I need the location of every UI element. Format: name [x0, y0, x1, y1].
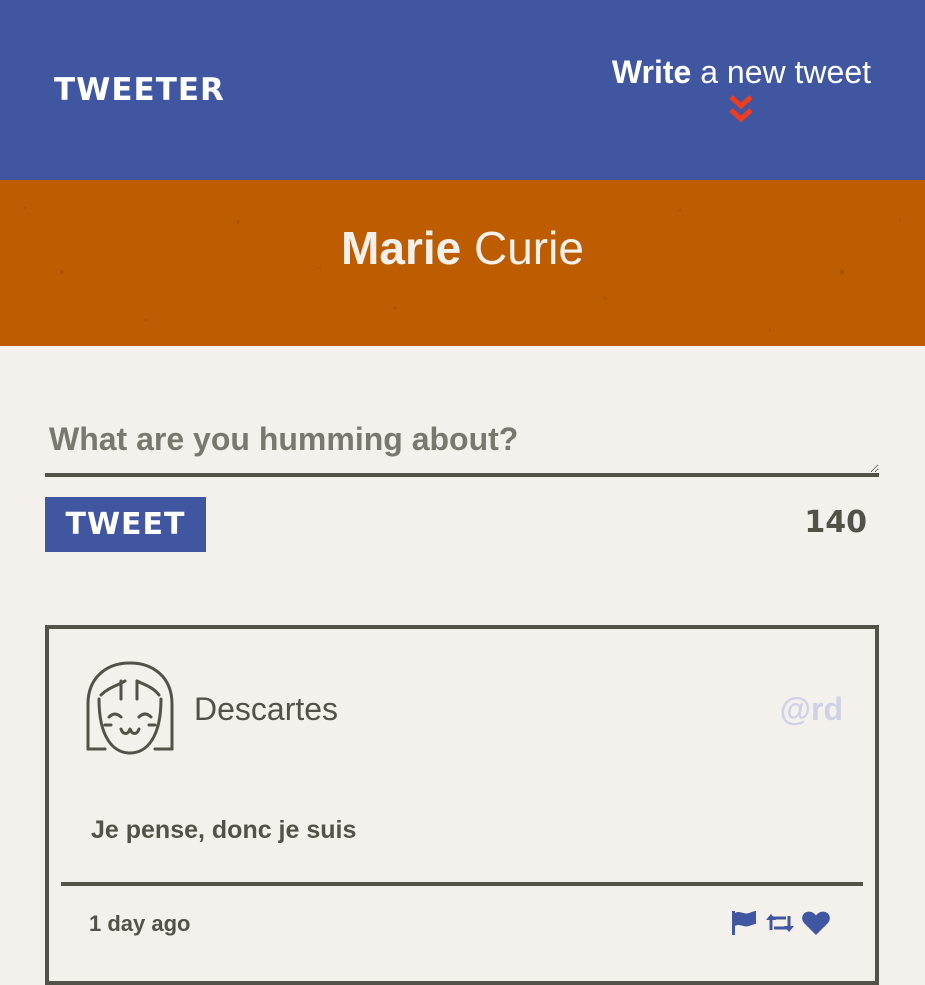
tweet-divider	[61, 882, 863, 886]
tweet-author-name: Descartes	[194, 691, 339, 727]
tweet-actions	[729, 910, 831, 936]
heart-icon[interactable]	[801, 910, 831, 936]
profile-last-name: Curie	[461, 222, 584, 274]
tweet-button[interactable]: Tweet	[45, 497, 206, 552]
avatar-icon	[86, 661, 174, 755]
brand-logo[interactable]: Tweeter	[54, 70, 225, 110]
character-counter: 140	[804, 505, 867, 540]
flag-icon[interactable]	[729, 910, 759, 936]
compose-toggle-label-bold: Write	[611, 54, 692, 90]
top-nav: Tweeter Write a new tweet	[0, 0, 925, 180]
compose-toggle[interactable]: Write a new tweet	[612, 52, 871, 126]
tweet-author-handle: @rd	[779, 691, 843, 727]
tweet-card: Descartes @rd Je pense, donc je suis 1 d…	[45, 625, 879, 985]
profile-first-name: Marie	[341, 222, 462, 274]
retweet-icon[interactable]	[765, 910, 795, 936]
tweet-timestamp: 1 day ago	[89, 911, 191, 936]
profile-banner: Marie Curie	[0, 180, 925, 346]
compose-toggle-label-rest: a new tweet	[691, 54, 871, 90]
double-chevron-down-icon[interactable]	[728, 94, 754, 126]
tweet-content: Je pense, donc je suis	[91, 816, 357, 844]
tweet-textarea[interactable]	[45, 415, 879, 477]
compose-toggle-label[interactable]: Write a new tweet	[612, 52, 871, 92]
new-tweet-form: Tweet 140	[45, 415, 879, 552]
profile-name: Marie Curie	[0, 220, 925, 276]
